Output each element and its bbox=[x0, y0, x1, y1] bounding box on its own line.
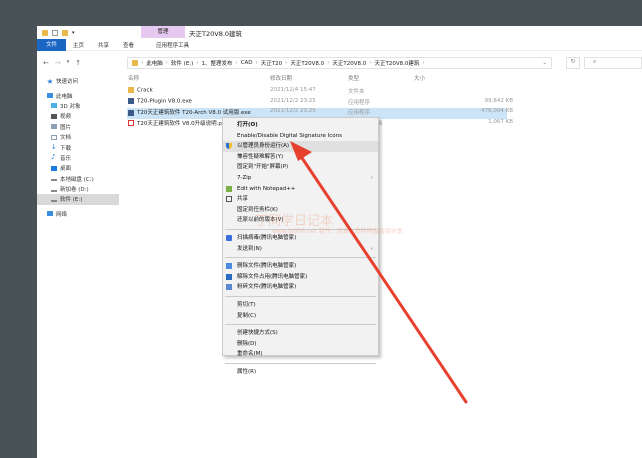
arrow-head bbox=[290, 141, 312, 161]
arrow-shaft bbox=[296, 150, 468, 404]
annotation-arrow bbox=[290, 141, 468, 404]
